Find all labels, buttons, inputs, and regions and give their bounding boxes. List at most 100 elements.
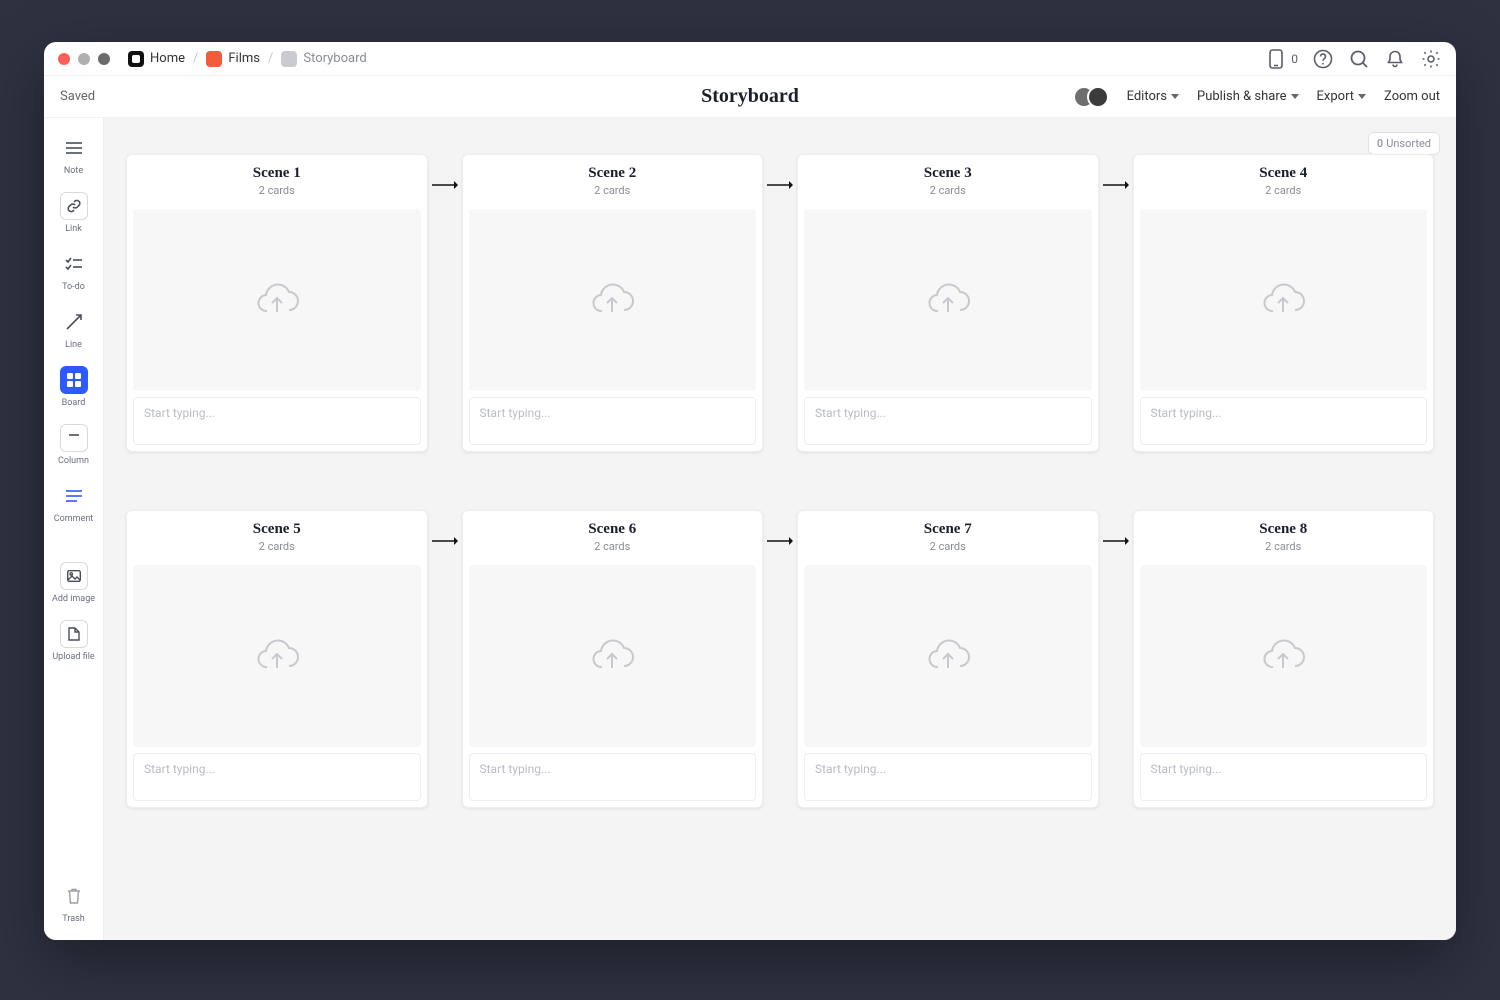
board-icon (281, 51, 297, 67)
scene-text-input[interactable]: Start typing... (1140, 397, 1428, 445)
export-label: Export (1317, 89, 1355, 104)
comment-icon (60, 482, 88, 510)
scene-title: Scene 5 (135, 521, 419, 538)
breadcrumb-storyboard[interactable]: Storyboard (281, 51, 366, 67)
breadcrumb-separator: / (268, 51, 273, 66)
unsorted-pill[interactable]: 0Unsorted (1368, 132, 1440, 155)
scene-title: Scene 7 (806, 521, 1090, 538)
scene-image-dropzone[interactable] (1140, 209, 1428, 391)
placeholder-text: Start typing... (815, 762, 886, 776)
save-status: Saved (60, 89, 95, 104)
titlebar: Home / Films / Storyboard 0 (44, 42, 1456, 76)
scene-image-dropzone[interactable] (469, 209, 757, 391)
breadcrumb-films[interactable]: Films (206, 51, 260, 67)
help-icon[interactable] (1312, 48, 1334, 70)
home-icon (128, 51, 144, 67)
cloud-upload-icon (1259, 280, 1307, 320)
scene-card[interactable]: Scene 2 2 cards Start typing... (462, 154, 764, 452)
zoom-out-button[interactable]: Zoom out (1384, 89, 1440, 104)
minimize-window-icon[interactable] (78, 53, 90, 65)
tool-note[interactable]: Note (50, 128, 98, 182)
column-icon (60, 424, 88, 452)
tool-board[interactable]: Board (50, 360, 98, 414)
folder-icon (206, 51, 222, 67)
close-window-icon[interactable] (58, 53, 70, 65)
canvas[interactable]: 0Unsorted Scene 1 2 cards Start typing..… (104, 118, 1456, 940)
scene-subtitle: 2 cards (1142, 184, 1426, 197)
scene-image-dropzone[interactable] (469, 565, 757, 747)
scene-subtitle: 2 cards (135, 540, 419, 553)
scene-image-dropzone[interactable] (133, 209, 421, 391)
scene-cell: Scene 5 2 cards Start typing... (126, 510, 428, 808)
scene-image-dropzone[interactable] (133, 565, 421, 747)
scene-subtitle: 2 cards (471, 184, 755, 197)
scene-card[interactable]: Scene 6 2 cards Start typing... (462, 510, 764, 808)
cloud-upload-icon (924, 636, 972, 676)
window-controls (58, 53, 110, 65)
maximize-window-icon[interactable] (98, 53, 110, 65)
tool-upload-file[interactable]: Upload file (50, 614, 98, 668)
line-arrow-icon (60, 308, 88, 336)
scene-card[interactable]: Scene 7 2 cards Start typing... (797, 510, 1099, 808)
scene-card[interactable]: Scene 4 2 cards Start typing... (1133, 154, 1435, 452)
chevron-down-icon (1291, 94, 1299, 99)
scene-text-input[interactable]: Start typing... (133, 397, 421, 445)
tool-label: Line (65, 340, 82, 350)
mobile-preview-button[interactable]: 0 (1265, 48, 1298, 70)
breadcrumb-home[interactable]: Home (128, 51, 185, 67)
scene-card[interactable]: Scene 1 2 cards Start typing... (126, 154, 428, 452)
cloud-upload-icon (253, 280, 301, 320)
breadcrumb-label: Storyboard (303, 51, 366, 66)
editors-menu[interactable]: Editors (1127, 89, 1179, 104)
publish-label: Publish & share (1197, 89, 1287, 104)
todo-icon (60, 250, 88, 278)
unsorted-count: 0 (1377, 137, 1383, 150)
editor-avatars[interactable] (1073, 86, 1109, 108)
tool-column[interactable]: Column (50, 418, 98, 472)
titlebar-actions: 0 (1265, 48, 1442, 70)
tool-label: Note (64, 166, 83, 176)
tool-link[interactable]: Link (50, 186, 98, 240)
mobile-count-value: 0 (1291, 52, 1298, 66)
search-icon[interactable] (1348, 48, 1370, 70)
tool-trash[interactable]: Trash (50, 876, 98, 930)
publish-menu[interactable]: Publish & share (1197, 89, 1299, 104)
tool-todo[interactable]: To-do (50, 244, 98, 298)
tool-line[interactable]: Line (50, 302, 98, 356)
scene-image-dropzone[interactable] (1140, 565, 1428, 747)
scene-image-dropzone[interactable] (804, 209, 1092, 391)
bell-icon[interactable] (1384, 48, 1406, 70)
scene-card[interactable]: Scene 3 2 cards Start typing... (797, 154, 1099, 452)
image-icon (60, 562, 88, 590)
zoom-out-label: Zoom out (1384, 89, 1440, 104)
scene-text-input[interactable]: Start typing... (469, 753, 757, 801)
scene-text-input[interactable]: Start typing... (804, 397, 1092, 445)
scene-subtitle: 2 cards (806, 540, 1090, 553)
placeholder-text: Start typing... (815, 406, 886, 420)
placeholder-text: Start typing... (480, 406, 551, 420)
scene-header: Scene 8 2 cards (1134, 511, 1434, 559)
scene-cell: Scene 4 2 cards Start typing... (1133, 154, 1435, 452)
scene-text-input[interactable]: Start typing... (469, 397, 757, 445)
scene-cell: Scene 1 2 cards Start typing... (126, 154, 428, 452)
placeholder-text: Start typing... (144, 406, 215, 420)
scene-text-input[interactable]: Start typing... (1140, 753, 1428, 801)
tool-label: Link (65, 224, 82, 234)
scene-text-input[interactable]: Start typing... (804, 753, 1092, 801)
scene-text-input[interactable]: Start typing... (133, 753, 421, 801)
scene-cell: Scene 3 2 cards Start typing... (797, 154, 1099, 452)
note-icon (60, 134, 88, 162)
tool-comment[interactable]: Comment (50, 476, 98, 530)
cloud-upload-icon (924, 280, 972, 320)
scene-card[interactable]: Scene 5 2 cards Start typing... (126, 510, 428, 808)
unsorted-label: Unsorted (1386, 137, 1431, 150)
scene-image-dropzone[interactable] (804, 565, 1092, 747)
export-menu[interactable]: Export (1317, 89, 1367, 104)
editors-label: Editors (1127, 89, 1167, 104)
tool-label: Board (62, 398, 86, 408)
placeholder-text: Start typing... (1151, 762, 1222, 776)
scene-title: Scene 1 (135, 165, 419, 182)
gear-icon[interactable] (1420, 48, 1442, 70)
scene-card[interactable]: Scene 8 2 cards Start typing... (1133, 510, 1435, 808)
tool-add-image[interactable]: Add image (50, 556, 98, 610)
